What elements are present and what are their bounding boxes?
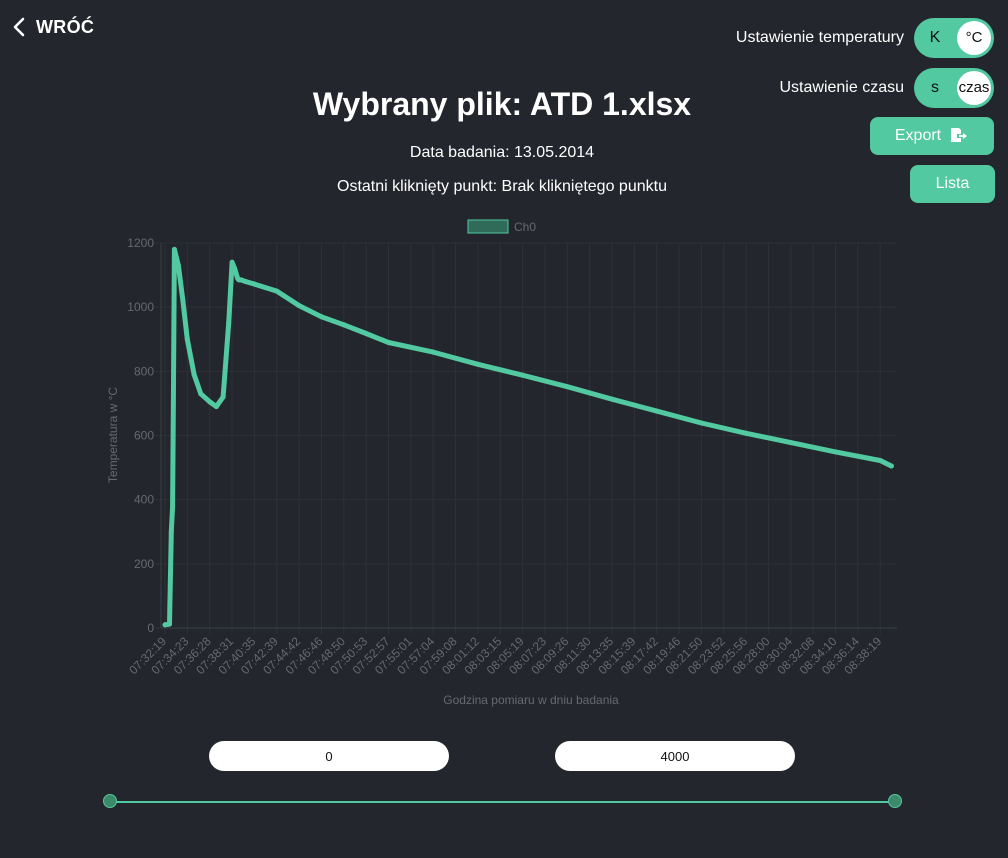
data-point[interactable]	[743, 430, 749, 436]
data-point[interactable]	[226, 320, 232, 326]
data-point[interactable]	[171, 381, 176, 387]
data-point[interactable]	[888, 463, 894, 469]
y-tick-label: 400	[134, 493, 154, 507]
data-point[interactable]	[220, 394, 226, 400]
temperature-chart[interactable]: 0 200 400 600 800 1000 1200 07:32:1907:34:2307…	[0, 0, 1008, 720]
data-point[interactable]	[168, 529, 174, 535]
data-point[interactable]	[698, 420, 704, 426]
data-point[interactable]	[520, 372, 526, 378]
data-point[interactable]	[833, 449, 838, 455]
y-tick-label: 0	[147, 621, 154, 635]
data-point[interactable]	[238, 277, 244, 283]
data-point[interactable]	[180, 298, 186, 304]
chart-grid	[155, 242, 897, 634]
y-tick-label: 200	[134, 557, 154, 571]
data-point[interactable]	[877, 458, 883, 463]
chart-legend[interactable]: Ch0	[467, 219, 536, 234]
data-point[interactable]	[341, 322, 347, 328]
chart-series[interactable]	[162, 246, 894, 628]
range-from-input[interactable]	[209, 741, 449, 771]
data-point[interactable]	[475, 361, 481, 367]
data-point[interactable]	[564, 384, 570, 390]
data-point[interactable]	[213, 404, 219, 410]
data-point[interactable]	[243, 279, 248, 284]
y-axis-ticks: 0 200 400 600 800 1000 1200	[127, 236, 154, 635]
y-tick-label: 1200	[127, 236, 154, 250]
y-tick-label: 800	[134, 364, 154, 378]
data-point[interactable]	[274, 288, 280, 294]
data-point[interactable]	[175, 263, 181, 268]
y-tick-label: 1000	[127, 300, 154, 314]
data-point[interactable]	[251, 281, 257, 287]
range-slider-max-handle[interactable]	[888, 794, 902, 808]
data-point[interactable]	[229, 259, 235, 265]
data-point[interactable]	[363, 331, 369, 336]
series-line-ch0	[162, 246, 894, 628]
data-point[interactable]	[207, 399, 213, 405]
range-slider-min-handle[interactable]	[103, 794, 117, 808]
data-point[interactable]	[170, 503, 176, 509]
legend-label-ch0: Ch0	[514, 220, 536, 234]
data-point[interactable]	[788, 440, 794, 446]
y-tick-label: 600	[134, 429, 154, 443]
data-point[interactable]	[162, 622, 168, 628]
data-point[interactable]	[296, 303, 302, 309]
data-point[interactable]	[171, 246, 177, 252]
data-point[interactable]	[319, 314, 324, 320]
range-to-input[interactable]	[555, 741, 795, 771]
data-point[interactable]	[198, 391, 204, 397]
data-point[interactable]	[430, 349, 436, 355]
data-point[interactable]	[654, 408, 660, 414]
data-point[interactable]	[609, 396, 615, 402]
y-axis-label: Temperatura w °C	[106, 387, 120, 483]
data-point[interactable]	[232, 266, 238, 272]
x-axis-ticks: 07:32:1907:34:2307:36:2807:38:3107:40:35…	[126, 634, 884, 677]
range-slider-track[interactable]	[110, 801, 895, 803]
data-point[interactable]	[167, 621, 172, 627]
x-axis-label: Godzina pomiaru w dniu badania	[443, 693, 619, 707]
data-point[interactable]	[386, 340, 391, 345]
data-point[interactable]	[184, 336, 190, 342]
legend-swatch-ch0	[467, 219, 509, 234]
data-point[interactable]	[191, 372, 197, 377]
